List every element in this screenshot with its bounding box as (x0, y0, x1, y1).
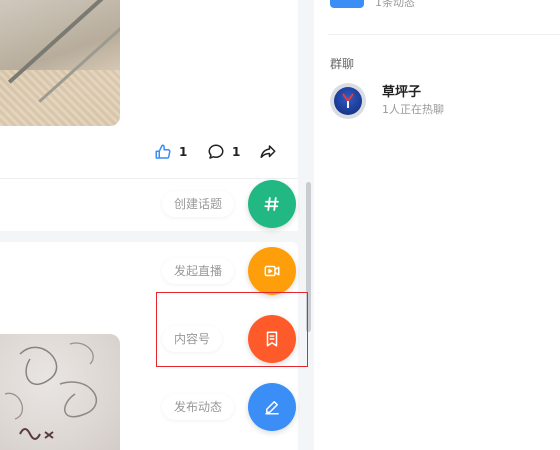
comment-button[interactable]: 1 (207, 140, 240, 164)
group-avatar[interactable] (330, 83, 366, 119)
fab-start-live[interactable]: 发起直播 (160, 247, 300, 295)
scrollbar-thumb[interactable] (306, 182, 311, 332)
image-scrollwork (4, 342, 98, 440)
post-image[interactable] (0, 0, 120, 126)
share-arrow-icon (260, 145, 276, 158)
post-card[interactable]: 1 1 (0, 0, 298, 178)
live-camera-icon (264, 265, 280, 277)
start-live-button[interactable] (248, 247, 296, 295)
dynamics-count: 1条动态 (375, 0, 415, 9)
fab-create-topic[interactable]: 创建话题 (160, 180, 300, 228)
image-texture (0, 70, 120, 126)
divider (328, 34, 560, 35)
fab-label[interactable]: 内容号 (162, 326, 223, 352)
post-actions: 1 1 (150, 140, 290, 164)
content-account-button[interactable] (248, 315, 296, 363)
comment-count: 1 (232, 145, 241, 159)
publish-post-button[interactable] (248, 383, 296, 431)
bookmark-doc-icon (266, 331, 278, 347)
like-count: 1 (179, 145, 188, 159)
group-status: 1人正在热聊 (382, 103, 444, 116)
fab-label[interactable]: 发起直播 (162, 258, 235, 284)
section-title: 群聊 (330, 57, 355, 71)
avatar-logo-icon (342, 93, 354, 108)
fab-content-account[interactable]: 内容号 (160, 315, 300, 363)
right-sidebar: 1条动态 群聊 草坪子 1人正在热聊 (314, 0, 560, 450)
fab-publish-post[interactable]: 发布动态 (160, 383, 300, 431)
like-button[interactable]: 1 (154, 140, 187, 164)
thumbs-up-icon (155, 144, 171, 159)
fab-label[interactable]: 创建话题 (162, 191, 235, 217)
hash-icon (264, 197, 279, 211)
share-button[interactable] (258, 140, 285, 164)
post-image[interactable] (0, 334, 120, 450)
create-topic-button[interactable] (248, 180, 296, 228)
edit-pen-icon (265, 401, 279, 415)
fab-label[interactable]: 发布动态 (162, 394, 235, 420)
avatar[interactable] (330, 0, 364, 8)
comment-icon (208, 144, 224, 159)
group-name[interactable]: 草坪子 (382, 81, 421, 100)
